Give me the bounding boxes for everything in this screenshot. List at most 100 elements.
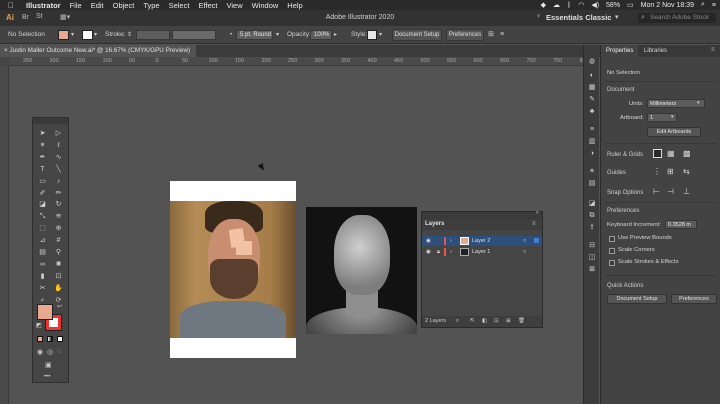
- workspace-switcher[interactable]: Essentials Classic: [546, 13, 611, 22]
- libraries-icon[interactable]: ◍: [587, 57, 597, 67]
- asset-export-icon[interactable]: ⇪: [587, 223, 597, 233]
- slice-tool-icon[interactable]: ✂: [36, 284, 49, 294]
- variable-width-profile[interactable]: [172, 30, 216, 40]
- transparency-grid-icon[interactable]: ▩: [683, 149, 691, 158]
- type-tool-icon[interactable]: T: [36, 165, 49, 175]
- appearance-icon[interactable]: ☀: [587, 167, 597, 177]
- snap-to-glyph-icon[interactable]: ⊥: [683, 187, 690, 196]
- expand-chevron-icon[interactable]: ›: [450, 236, 452, 246]
- fill-swatch[interactable]: [58, 30, 69, 40]
- stroke-chevron-icon[interactable]: ▾: [94, 26, 97, 44]
- apple-icon[interactable]: : [6, 1, 16, 10]
- menu-type[interactable]: Type: [143, 1, 159, 10]
- lock-icon[interactable]: 🔒︎: [437, 247, 440, 257]
- opacity-chevron-icon[interactable]: ▸: [334, 26, 337, 44]
- stroke-weight-stepper[interactable]: ⇕: [127, 26, 132, 44]
- eraser-tool-icon[interactable]: ◪: [36, 200, 49, 210]
- opacity-field[interactable]: 100%: [310, 30, 332, 40]
- delete-layer-icon[interactable]: 🗑︎: [518, 316, 525, 327]
- selection-tool-icon[interactable]: ➤: [36, 129, 49, 139]
- collapse-icon[interactable]: »: [536, 210, 539, 216]
- line-segment-tool-icon[interactable]: ╲: [52, 165, 65, 175]
- edit-toolbar-button[interactable]: •••: [44, 374, 50, 380]
- color-icon[interactable]: ◐: [587, 71, 597, 81]
- layer-row[interactable]: ◉ › Layer 2 ○: [422, 236, 542, 246]
- shaper-tool-icon[interactable]: ✐: [36, 189, 49, 199]
- expand-chevron-icon[interactable]: ›: [450, 247, 452, 257]
- artboard-chevron-icon[interactable]: ▾: [671, 114, 674, 120]
- none-mode-icon[interactable]: [57, 336, 63, 342]
- direct-selection-tool-icon[interactable]: ▷: [52, 129, 65, 139]
- stroke-swatch[interactable]: [82, 30, 93, 40]
- stroke-icon[interactable]: ≡: [587, 125, 597, 135]
- column-graph-tool-icon[interactable]: ▮: [36, 272, 49, 282]
- graphic-style-swatch[interactable]: [367, 30, 377, 40]
- volume-icon[interactable]: ◀): [591, 1, 599, 9]
- style-chevron-icon[interactable]: ▾: [379, 26, 382, 44]
- visibility-eye-icon[interactable]: ◉: [426, 247, 431, 257]
- rectangle-tool-icon[interactable]: ▭: [36, 177, 49, 187]
- layer-row[interactable]: ◉ 🔒︎ › Layer 1 ○: [422, 247, 542, 257]
- perspective-grid-tool-icon[interactable]: ⊿: [36, 236, 49, 246]
- smart-guides-icon[interactable]: ⇆: [683, 167, 690, 176]
- hand-tool-icon[interactable]: ✋: [52, 284, 65, 294]
- transparency-icon[interactable]: ◑: [587, 149, 597, 159]
- tab-layers[interactable]: Layers ≡: [422, 219, 542, 230]
- symbols-icon[interactable]: ♣: [587, 107, 597, 117]
- clipping-mask-icon[interactable]: ◧: [482, 316, 487, 327]
- cloud-icon[interactable]: ☁: [553, 1, 560, 9]
- skin-shape[interactable]: [236, 241, 252, 255]
- gradient-icon[interactable]: ▥: [587, 137, 597, 147]
- shape-builder-tool-icon[interactable]: ⊕: [52, 224, 65, 234]
- keyboard-increment-field[interactable]: 0.3528 m: [665, 220, 697, 229]
- edit-artboards-button[interactable]: Edit Artboards: [647, 127, 701, 137]
- units-chevron-icon[interactable]: ▾: [697, 100, 700, 106]
- brush-definition[interactable]: 5 pt. Round: [236, 30, 273, 40]
- menu-illustrator[interactable]: Illustrator: [26, 1, 61, 10]
- locate-object-icon[interactable]: ⌕: [456, 316, 459, 327]
- preferences-button[interactable]: Preferences: [446, 29, 484, 41]
- default-colors-icon[interactable]: ◩: [36, 322, 42, 329]
- layers-panel-header[interactable]: »: [422, 210, 542, 219]
- layer-name[interactable]: Layer 2: [472, 236, 490, 246]
- snap-to-point-icon[interactable]: ⊢: [653, 187, 660, 196]
- control-menu-icon[interactable]: ≡: [500, 26, 504, 44]
- workspace-chevron-icon[interactable]: ▾: [615, 13, 619, 21]
- scale-strokes-checkbox[interactable]: [609, 260, 615, 266]
- tab-libraries[interactable]: Libraries: [639, 45, 672, 57]
- sculpture-reference-image[interactable]: [306, 207, 417, 334]
- align-icon[interactable]: ⊞: [488, 26, 494, 44]
- lock-guides-icon[interactable]: ⊞: [667, 167, 674, 176]
- mesh-tool-icon[interactable]: #: [52, 236, 65, 246]
- panel-menu-icon[interactable]: ≡: [532, 219, 536, 230]
- menu-file[interactable]: File: [70, 1, 82, 10]
- lasso-tool-icon[interactable]: ℓ: [52, 141, 65, 151]
- target-icon[interactable]: ○: [523, 247, 526, 257]
- rotate-tool-icon[interactable]: ↻: [52, 200, 65, 210]
- use-preview-bounds-checkbox[interactable]: [609, 236, 615, 242]
- snap-to-pixel-icon[interactable]: ⊣: [667, 187, 674, 196]
- spotlight-icon[interactable]: ⌕: [701, 1, 705, 9]
- tab-properties[interactable]: Properties: [601, 45, 639, 57]
- brush-chevron-icon[interactable]: ▾: [276, 26, 279, 44]
- magic-wand-tool-icon[interactable]: ✶: [36, 141, 49, 151]
- pen-tool-icon[interactable]: ✒: [36, 153, 49, 163]
- quick-document-setup-button[interactable]: Document Setup: [607, 294, 667, 304]
- document-tab[interactable]: × Justin Maller Outcome New.ai* @ 16.67%…: [0, 45, 196, 57]
- fill-color-box[interactable]: [37, 304, 53, 320]
- swatches-icon[interactable]: ▦: [587, 83, 597, 93]
- pathfinder-icon[interactable]: ◫: [587, 253, 597, 263]
- portrait-photo[interactable]: [170, 201, 296, 338]
- graphic-styles-icon[interactable]: ▤: [587, 179, 597, 189]
- gradient-tool-icon[interactable]: ▤: [36, 248, 49, 258]
- document-setup-button[interactable]: Document Setup: [392, 29, 442, 41]
- menu-window[interactable]: Window: [252, 1, 279, 10]
- symbol-sprayer-tool-icon[interactable]: ✺: [52, 260, 65, 270]
- artboard-tool-icon[interactable]: ⊡: [52, 272, 65, 282]
- brushes-icon[interactable]: ✎: [587, 95, 597, 105]
- new-sublayer-icon[interactable]: ⊡: [494, 316, 499, 327]
- layer-name[interactable]: Layer 1: [472, 247, 490, 257]
- ruler-origin[interactable]: [0, 57, 9, 66]
- color-mode-icon[interactable]: [37, 336, 43, 342]
- blend-tool-icon[interactable]: ∞: [36, 260, 49, 270]
